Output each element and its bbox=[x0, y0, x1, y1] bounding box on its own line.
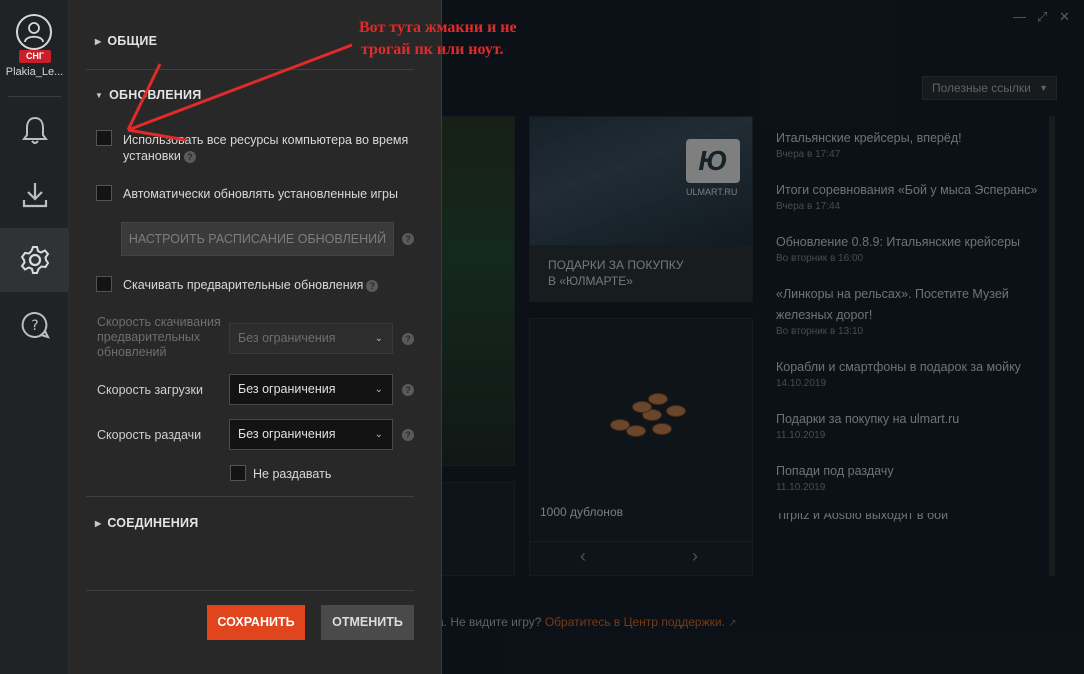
upload-speed-label: Скорость раздачи bbox=[97, 428, 202, 442]
downloads-button[interactable] bbox=[0, 163, 69, 227]
predownload-checkbox[interactable] bbox=[96, 276, 112, 292]
chevron-right-icon: ▶ bbox=[95, 519, 102, 528]
use-all-resources-checkbox[interactable] bbox=[96, 130, 112, 146]
section-general[interactable]: ▶ ОБЩИЕ bbox=[95, 34, 157, 48]
predownload-speed-label: Скорость скачивания предварительных обно… bbox=[97, 315, 221, 359]
predownload-speed-select[interactable]: Без ограничения ⌄ bbox=[229, 323, 393, 354]
divider bbox=[86, 590, 414, 591]
download-speed-select[interactable]: Без ограничения ⌄ bbox=[229, 374, 393, 405]
settings-button[interactable] bbox=[0, 228, 69, 292]
no-seed-label: Не раздавать bbox=[253, 467, 332, 481]
upload-speed-select[interactable]: Без ограничения ⌄ bbox=[229, 419, 393, 450]
settings-panel: ▶ ОБЩИЕ ▼ ОБНОВЛЕНИЯ Использовать все ресу… bbox=[69, 0, 442, 674]
no-seed-checkbox[interactable] bbox=[230, 465, 246, 481]
avatar[interactable] bbox=[16, 14, 52, 50]
help-icon[interactable]: ? bbox=[402, 233, 414, 245]
gear-icon bbox=[20, 246, 49, 274]
region-badge: СНГ bbox=[19, 50, 51, 63]
use-all-resources-label: Использовать все ресурсы компьютера во в… bbox=[123, 133, 409, 163]
annotation-text: Вот тута жмакни и не трогай пк или ноут. bbox=[359, 19, 517, 58]
cancel-button[interactable]: ОТМЕНИТЬ bbox=[321, 605, 414, 640]
save-button[interactable]: СОХРАНИТЬ bbox=[207, 605, 305, 640]
bell-icon bbox=[21, 116, 48, 144]
left-rail: СНГ Plakia_Le... ? bbox=[0, 0, 69, 674]
help-icon[interactable]: ? bbox=[402, 429, 414, 441]
chevron-down-icon: ⌄ bbox=[374, 333, 383, 344]
help-icon[interactable]: ? bbox=[402, 384, 414, 396]
section-updates[interactable]: ▼ ОБНОВЛЕНИЯ bbox=[95, 88, 201, 102]
auto-update-checkbox[interactable] bbox=[96, 185, 112, 201]
help-icon[interactable]: ? bbox=[366, 279, 379, 292]
user-icon bbox=[24, 22, 44, 43]
auto-update-label: Автоматически обновлять установленные иг… bbox=[123, 187, 398, 201]
support-button[interactable]: ? bbox=[0, 293, 69, 357]
notifications-button[interactable] bbox=[0, 98, 69, 162]
chevron-down-icon: ▼ bbox=[95, 91, 104, 100]
section-connections[interactable]: ▶ СОЕДИНЕНИЯ bbox=[95, 516, 198, 530]
divider bbox=[8, 96, 61, 97]
download-icon bbox=[22, 183, 47, 208]
divider bbox=[86, 496, 414, 497]
chevron-right-icon: ▶ bbox=[95, 37, 102, 46]
chevron-down-icon: ⌄ bbox=[374, 384, 383, 395]
username[interactable]: Plakia_Le... bbox=[0, 66, 69, 78]
divider bbox=[86, 69, 414, 70]
help-icon[interactable]: ? bbox=[183, 150, 196, 163]
download-speed-label: Скорость загрузки bbox=[97, 383, 203, 397]
help-chat-icon: ? bbox=[21, 311, 50, 339]
predownload-label: Скачивать предварительные обновления? bbox=[123, 277, 379, 293]
svg-text:?: ? bbox=[31, 318, 38, 334]
schedule-updates-button[interactable]: НАСТРОИТЬ РАСПИСАНИЕ ОБНОВЛЕНИЙ bbox=[121, 222, 394, 256]
chevron-down-icon: ⌄ bbox=[374, 429, 383, 440]
help-icon[interactable]: ? bbox=[402, 333, 414, 345]
